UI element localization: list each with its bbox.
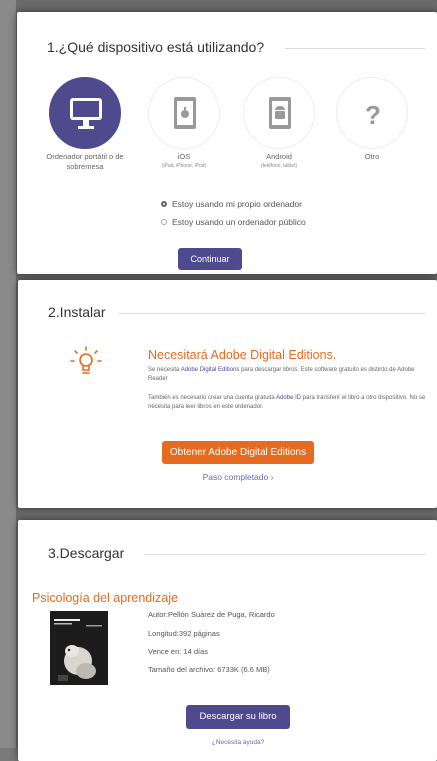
device-ios-sub: (iPad, iPhone, iPod) bbox=[161, 163, 207, 169]
book-file-size: Tamaño del archivo: 6733K (6.6 MB) bbox=[148, 665, 270, 674]
section-title-device: 1.¿Qué dispositivo está utilizando? bbox=[47, 39, 265, 55]
device-ios-label: iOS bbox=[177, 152, 191, 161]
radio-public-label: Estoy usando un ordenador público bbox=[172, 217, 306, 227]
lightbulb-icon bbox=[70, 346, 102, 374]
download-panel: 3.Descargar Psicología del aprendizaje A… bbox=[18, 520, 437, 761]
device-ios[interactable] bbox=[148, 77, 220, 149]
install-panel: 2.Instalar Necesitará Adobe Digital Edit… bbox=[18, 280, 437, 508]
device-android-label: Android bbox=[266, 152, 292, 161]
adobe-description: Se necesita Adobe Digital Editions para … bbox=[148, 367, 415, 382]
android-icon bbox=[269, 97, 291, 129]
apple-icon bbox=[174, 97, 196, 129]
device-other[interactable]: ? bbox=[336, 77, 408, 149]
monitor-icon bbox=[70, 98, 102, 129]
continue-button[interactable]: Continuar bbox=[178, 248, 242, 270]
book-length: Longitud:392 páginas bbox=[148, 629, 220, 638]
svg-text:?: ? bbox=[365, 100, 381, 130]
device-desktop[interactable] bbox=[49, 77, 121, 149]
device-desktop-label: Ordenador portátil o de sobremesa bbox=[46, 152, 124, 171]
radio-public-computer[interactable]: Estoy usando un ordenador público bbox=[161, 217, 306, 227]
title-divider bbox=[144, 554, 426, 555]
question-icon: ? bbox=[365, 100, 381, 130]
device-other-label: Otro bbox=[364, 152, 380, 161]
radio-public-indicator[interactable] bbox=[161, 219, 167, 225]
title-divider bbox=[118, 313, 426, 314]
help-link[interactable]: ¿Necesita ayuda? bbox=[186, 739, 290, 746]
book-author: Autor:Pellón Suárez de Puga, Ricardo bbox=[148, 610, 275, 619]
adobe-heading: Necesitará Adobe Digital Editions. bbox=[148, 348, 337, 362]
step-complete-link[interactable]: Paso completado › bbox=[162, 472, 314, 482]
book-title[interactable]: Psicología del aprendizaje bbox=[32, 591, 178, 605]
radio-own-indicator[interactable] bbox=[161, 201, 167, 207]
section-title-install: 2.Instalar bbox=[48, 304, 106, 320]
adobe-id-description: También es necesario crear una cuenta gr… bbox=[148, 395, 426, 410]
adobe-id-link[interactable]: Adobe ID bbox=[276, 395, 301, 401]
background-left bbox=[0, 0, 16, 761]
device-android[interactable] bbox=[243, 77, 315, 149]
download-book-button[interactable]: Descargar su libro bbox=[186, 705, 290, 729]
section-title-download: 3.Descargar bbox=[48, 545, 125, 561]
radio-own-computer[interactable]: Estoy usando mi propio ordenador bbox=[161, 199, 302, 209]
radio-own-label: Estoy usando mi propio ordenador bbox=[172, 199, 302, 209]
device-android-sub: (teléfono, tablet) bbox=[260, 163, 298, 169]
book-expiry: Vence en: 14 días bbox=[148, 647, 209, 656]
device-panel: 1.¿Qué dispositivo está utilizando? ? Or… bbox=[17, 12, 437, 274]
get-adobe-button[interactable]: Obtener Adobe Digital Editions bbox=[162, 441, 314, 464]
book-cover bbox=[50, 611, 108, 685]
adobe-de-link[interactable]: Adobe Digital Editions bbox=[181, 367, 240, 373]
title-divider bbox=[285, 48, 425, 49]
